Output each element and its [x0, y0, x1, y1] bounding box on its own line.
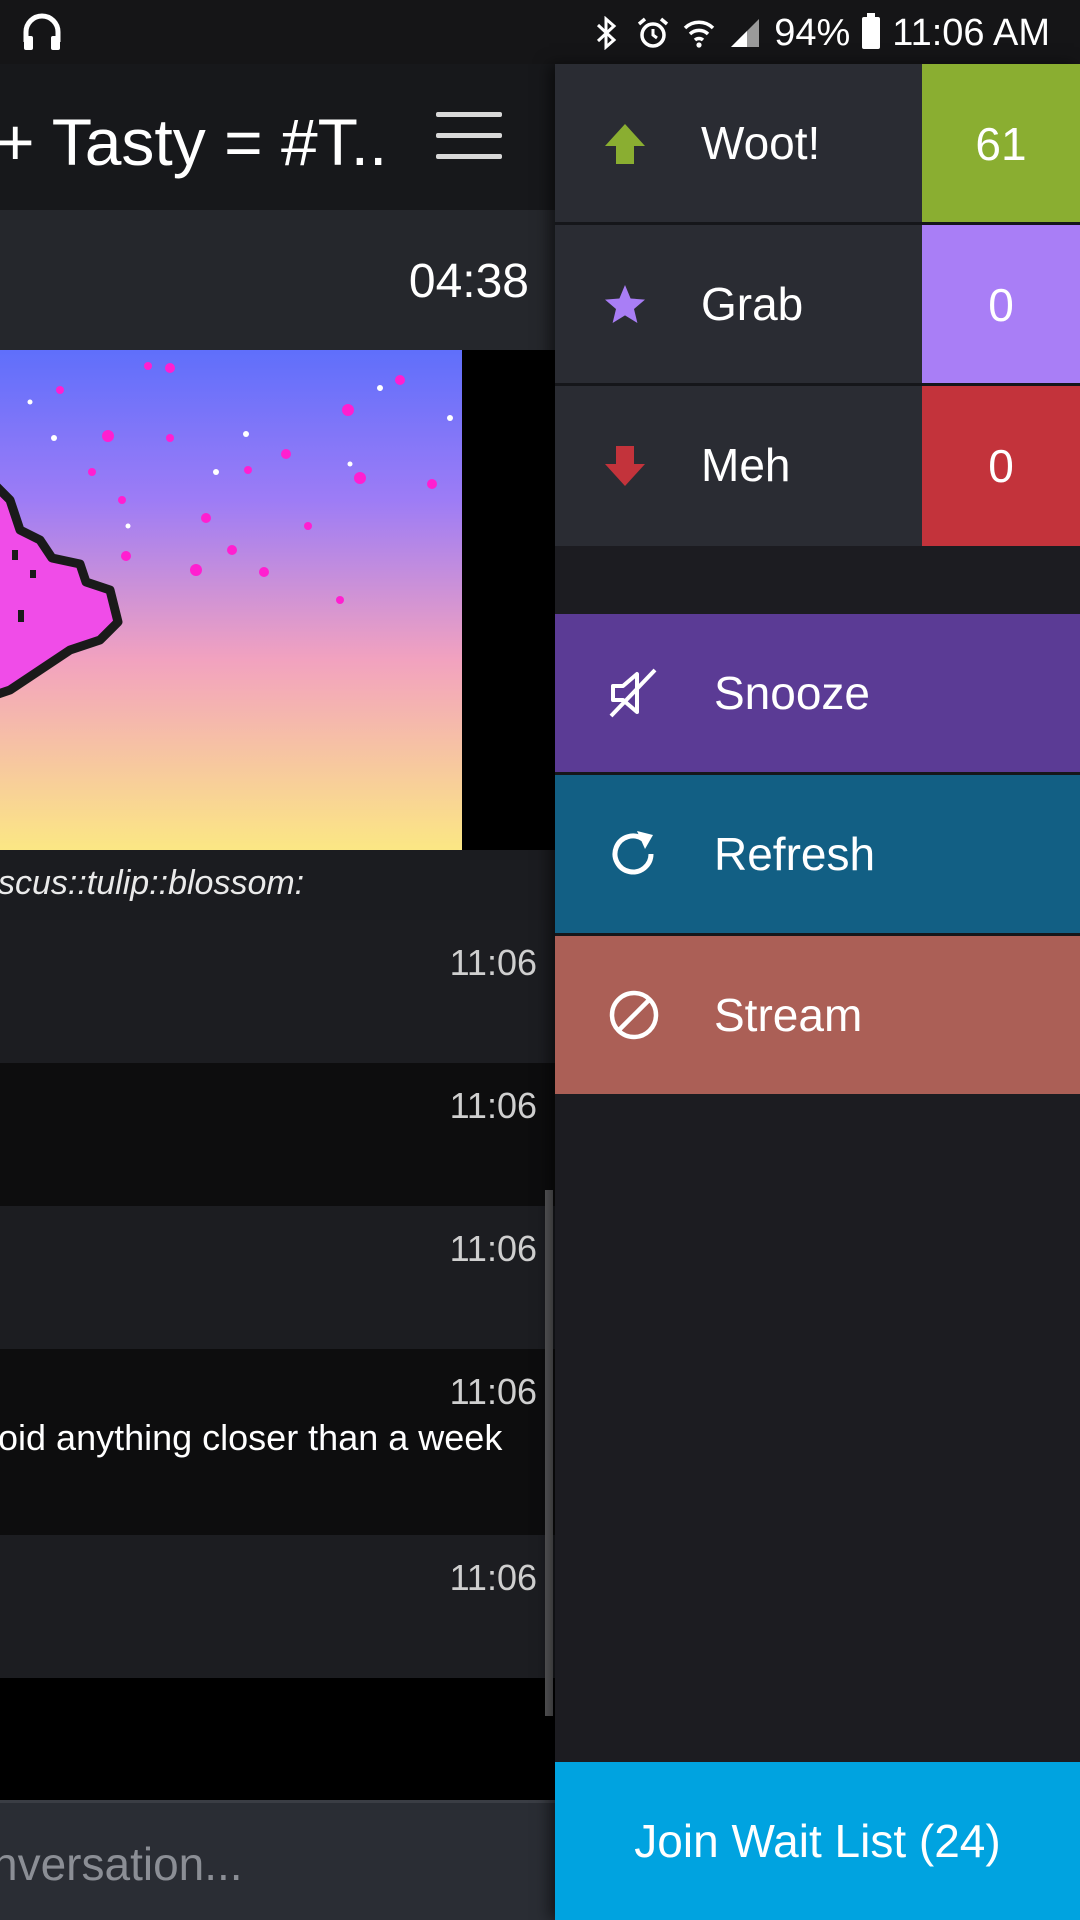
grab-count: 0: [922, 225, 1080, 385]
chat-message: 11:06: [0, 1206, 555, 1349]
chat-message: 11:06: [0, 1063, 555, 1206]
woot-label: Woot!: [701, 117, 821, 169]
video-player[interactable]: [0, 350, 555, 850]
join-wait-list-button[interactable]: Join Wait List (24): [555, 1762, 1080, 1920]
alarm-icon: [636, 16, 670, 50]
chat-input[interactable]: [0, 1829, 552, 1899]
headphones-icon: [20, 12, 64, 52]
room-header: + Tasty = #T..: [0, 64, 555, 210]
message-time: 11:06: [449, 1085, 537, 1126]
now-playing-bar: 04:38: [0, 210, 555, 350]
track-timer: 04:38: [408, 255, 529, 308]
chat-message: 11:06: [0, 920, 555, 1063]
message-text: oid anything closer than a week: [0, 1417, 503, 1458]
star-icon: [601, 281, 649, 329]
chat-pane: + Tasty = #T.. 04:38 scus::tulip::blosso…: [0, 64, 555, 1920]
wifi-icon: [682, 16, 716, 50]
grab-button[interactable]: Grab 0: [555, 225, 1080, 385]
hamburger-menu-icon[interactable]: [436, 112, 502, 160]
battery-icon: [862, 13, 881, 49]
meh-button[interactable]: Meh 0: [555, 386, 1080, 546]
room-title: + Tasty = #T..: [0, 105, 388, 179]
chat-message: 11:06 oid anything closer than a week: [0, 1349, 555, 1535]
refresh-icon: [607, 827, 661, 881]
status-bar: 94% 11:06 AM: [0, 0, 1080, 64]
battery-percent: 94%: [774, 11, 851, 54]
chat-spacer: [0, 1678, 555, 1800]
refresh-label: Refresh: [714, 828, 876, 880]
stream-label: Stream: [714, 989, 863, 1041]
message-time: 11:06: [449, 1371, 537, 1412]
message-text: scus::tulip::blossom:: [0, 864, 305, 902]
actions-drawer: Woot! 61 Grab 0 Meh 0 Snooze Refresh Str…: [555, 64, 1080, 1920]
signal-icon: [728, 16, 762, 50]
message-time: 11:06: [449, 1228, 537, 1269]
meh-label: Meh: [701, 439, 791, 491]
no-stream-icon: [607, 988, 661, 1042]
arrow-up-icon: [601, 120, 649, 168]
chat-input-bar: [0, 1800, 555, 1920]
clock: 11:06 AM: [892, 11, 1050, 54]
arrow-down-icon: [601, 442, 649, 490]
refresh-button[interactable]: Refresh: [555, 775, 1080, 933]
chat-message: 11:06: [0, 1535, 555, 1678]
video-artwork: [0, 350, 462, 850]
chat-message-fragment: scus::tulip::blossom:: [0, 850, 555, 920]
meh-count: 0: [922, 386, 1080, 546]
message-time: 11:06: [449, 1557, 537, 1598]
woot-count: 61: [922, 64, 1080, 224]
grab-label: Grab: [701, 278, 804, 330]
mute-icon: [607, 666, 661, 720]
snooze-button[interactable]: Snooze: [555, 614, 1080, 772]
stream-button[interactable]: Stream: [555, 936, 1080, 1094]
message-time: 11:06: [449, 942, 537, 983]
woot-button[interactable]: Woot! 61: [555, 64, 1080, 224]
snooze-label: Snooze: [714, 667, 871, 719]
bluetooth-icon: [590, 16, 624, 50]
chat-scrollbar[interactable]: [545, 1190, 553, 1716]
